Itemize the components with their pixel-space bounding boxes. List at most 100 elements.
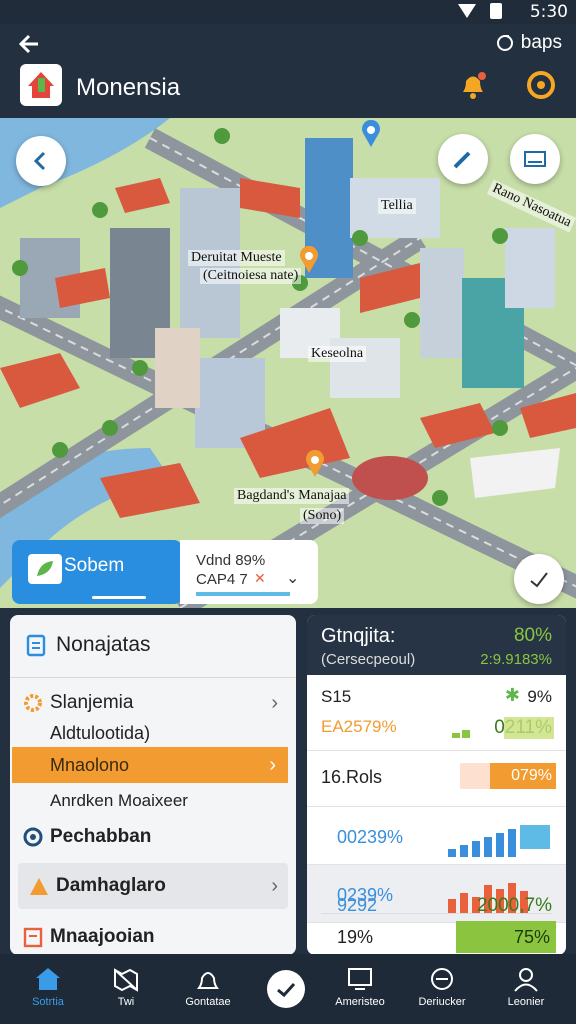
map-label: Keseolna — [308, 346, 367, 362]
stats-subtitle-value: 2:9.9183% — [480, 651, 552, 668]
list-item[interactable]: Damhaglaro › — [18, 863, 288, 909]
map-pin-icon[interactable] — [360, 119, 382, 148]
checkmark-icon — [277, 982, 296, 998]
list-item-selected[interactable]: Mnaolono › — [12, 747, 288, 783]
app-logo — [20, 64, 62, 106]
house-icon — [28, 72, 54, 98]
stats-row-value: 079% — [511, 767, 552, 784]
home-icon — [36, 968, 60, 990]
stats-row[interactable]: 16.Rols 079% — [307, 751, 566, 807]
map-label: (Sono) — [300, 508, 345, 524]
chevron-left-icon — [33, 151, 46, 171]
nav-item-action[interactable] — [250, 954, 322, 1024]
divider — [321, 913, 552, 914]
bottom-nav: Sotrtia Twi Gontatae Ameristeo Deriucker… — [0, 954, 576, 1024]
map-back-button[interactable] — [16, 136, 66, 186]
app-header: baps Monensia — [0, 24, 576, 118]
location-info-card[interactable]: Vdnd 89% CAP4 7 ✕ ⌄ — [180, 540, 318, 604]
list-item[interactable]: Mnaajooian — [10, 915, 296, 955]
maps-label: baps — [520, 32, 562, 53]
chevron-right-icon: › — [271, 874, 278, 897]
notification-button[interactable] — [456, 68, 490, 102]
maps-link[interactable]: baps — [495, 32, 562, 54]
close-icon[interactable]: ✕ — [254, 570, 266, 587]
back-button[interactable] — [16, 30, 52, 58]
nav-label: Sotrtia — [32, 996, 64, 1008]
list-item-label: Mnaolono — [50, 754, 130, 775]
pencil-icon — [453, 151, 471, 169]
map-pin-icon[interactable] — [298, 245, 320, 274]
list-item-label: Anrdken Moaixeer — [50, 791, 188, 810]
stats-title-value: 80% — [513, 625, 552, 646]
stats-title: Gtnqjita: — [321, 625, 396, 647]
target-icon — [23, 827, 43, 847]
nav-item-twi[interactable]: Twi — [90, 954, 162, 1024]
star-icon: ✱ — [504, 685, 520, 705]
warning-icon — [30, 878, 48, 895]
user-icon — [514, 968, 538, 992]
divider — [10, 677, 296, 678]
list-item-label: Damhaglaro — [56, 875, 166, 896]
map-icon — [114, 968, 138, 992]
list-panel-header: Nonajatas — [10, 615, 296, 675]
gauge-icon — [431, 968, 453, 990]
arrow-left-icon — [18, 34, 38, 54]
map-layers-button[interactable] — [510, 134, 560, 184]
wifi-icon — [458, 4, 476, 18]
location-button[interactable] — [524, 68, 558, 102]
list-item-label: Pechabban — [50, 826, 152, 847]
map-edit-button[interactable] — [438, 134, 488, 184]
stats-row-label: S15 — [321, 687, 352, 706]
list-panel-title: Nonajatas — [56, 633, 151, 656]
leaf-icon — [37, 561, 53, 576]
stats-row-label: 00239% — [337, 827, 404, 847]
stats-row-value: 75% — [513, 927, 550, 947]
info-line: CAP4 7 — [196, 571, 248, 588]
list-item-label: Aldtulootida) — [50, 722, 151, 743]
map-label: Tellia — [378, 198, 416, 214]
refresh-icon — [496, 35, 513, 51]
nav-item-deriucker[interactable]: Deriucker — [406, 954, 478, 1024]
bar-sparkline — [448, 825, 550, 857]
nav-label: Twi — [117, 996, 135, 1008]
map-pin-icon[interactable] — [304, 449, 326, 478]
nav-label: Leonier — [507, 996, 545, 1008]
app-title: Monensia — [76, 74, 181, 101]
compass-icon — [527, 71, 555, 99]
list-item-label: Mnaajooian — [50, 926, 155, 947]
stats-panel: Gtnqjita: 80% (Cersecpeoul) 2:9.9183% S1… — [307, 615, 566, 955]
location-thumb — [28, 554, 62, 584]
location-title: Sobem — [64, 555, 125, 576]
location-card[interactable]: Sobem — [12, 540, 182, 604]
checkmark-icon — [530, 572, 548, 588]
bell-icon — [197, 972, 219, 989]
stats-row-value: 9% — [527, 687, 552, 706]
city-map[interactable]: Tellia Rano Nasoatua Deruitat Mueste (Ce… — [0, 118, 576, 608]
stats-row[interactable]: 19% 75% — [307, 919, 566, 955]
document-icon — [23, 927, 43, 948]
progress-bar — [196, 592, 290, 596]
stats-row[interactable]: S15 ✱ 9% EA2579% 0211% — [307, 675, 566, 751]
bell-icon — [463, 72, 486, 99]
nav-label: Ameristeo — [335, 996, 385, 1008]
chevron-right-icon: › — [269, 753, 276, 776]
stats-subtitle: (Cersecpeoul) — [321, 651, 416, 668]
recenter-button[interactable] — [514, 554, 564, 604]
list-item[interactable]: Pechabban — [10, 815, 296, 859]
clipboard-icon — [26, 634, 46, 657]
nav-item-home[interactable]: Sotrtia — [12, 954, 84, 1024]
map-label: (Ceitnoiesa nate) — [200, 268, 302, 284]
info-line: Vdnd 89% — [196, 552, 266, 569]
check-circle-button[interactable] — [267, 970, 305, 1008]
nav-item-profile[interactable]: Leonier — [490, 954, 562, 1024]
status-text: 5:30 — [529, 2, 568, 22]
list-panel: Nonajatas Slanjemia › Aldtulootida) Mnao… — [10, 615, 296, 955]
stats-row-label: 19% — [337, 927, 374, 947]
stats-row-sub-label: EA2579% — [321, 717, 397, 736]
map-label: Deruitat Mueste — [188, 250, 285, 266]
nav-item-ameristeo[interactable]: Ameristeo — [324, 954, 396, 1024]
nav-item-gontatae[interactable]: Gontatae — [172, 954, 244, 1024]
stats-row[interactable]: 00239% — [307, 807, 566, 865]
chevron-down-icon[interactable]: ⌄ — [286, 568, 299, 588]
bar-sparkline — [452, 717, 554, 739]
